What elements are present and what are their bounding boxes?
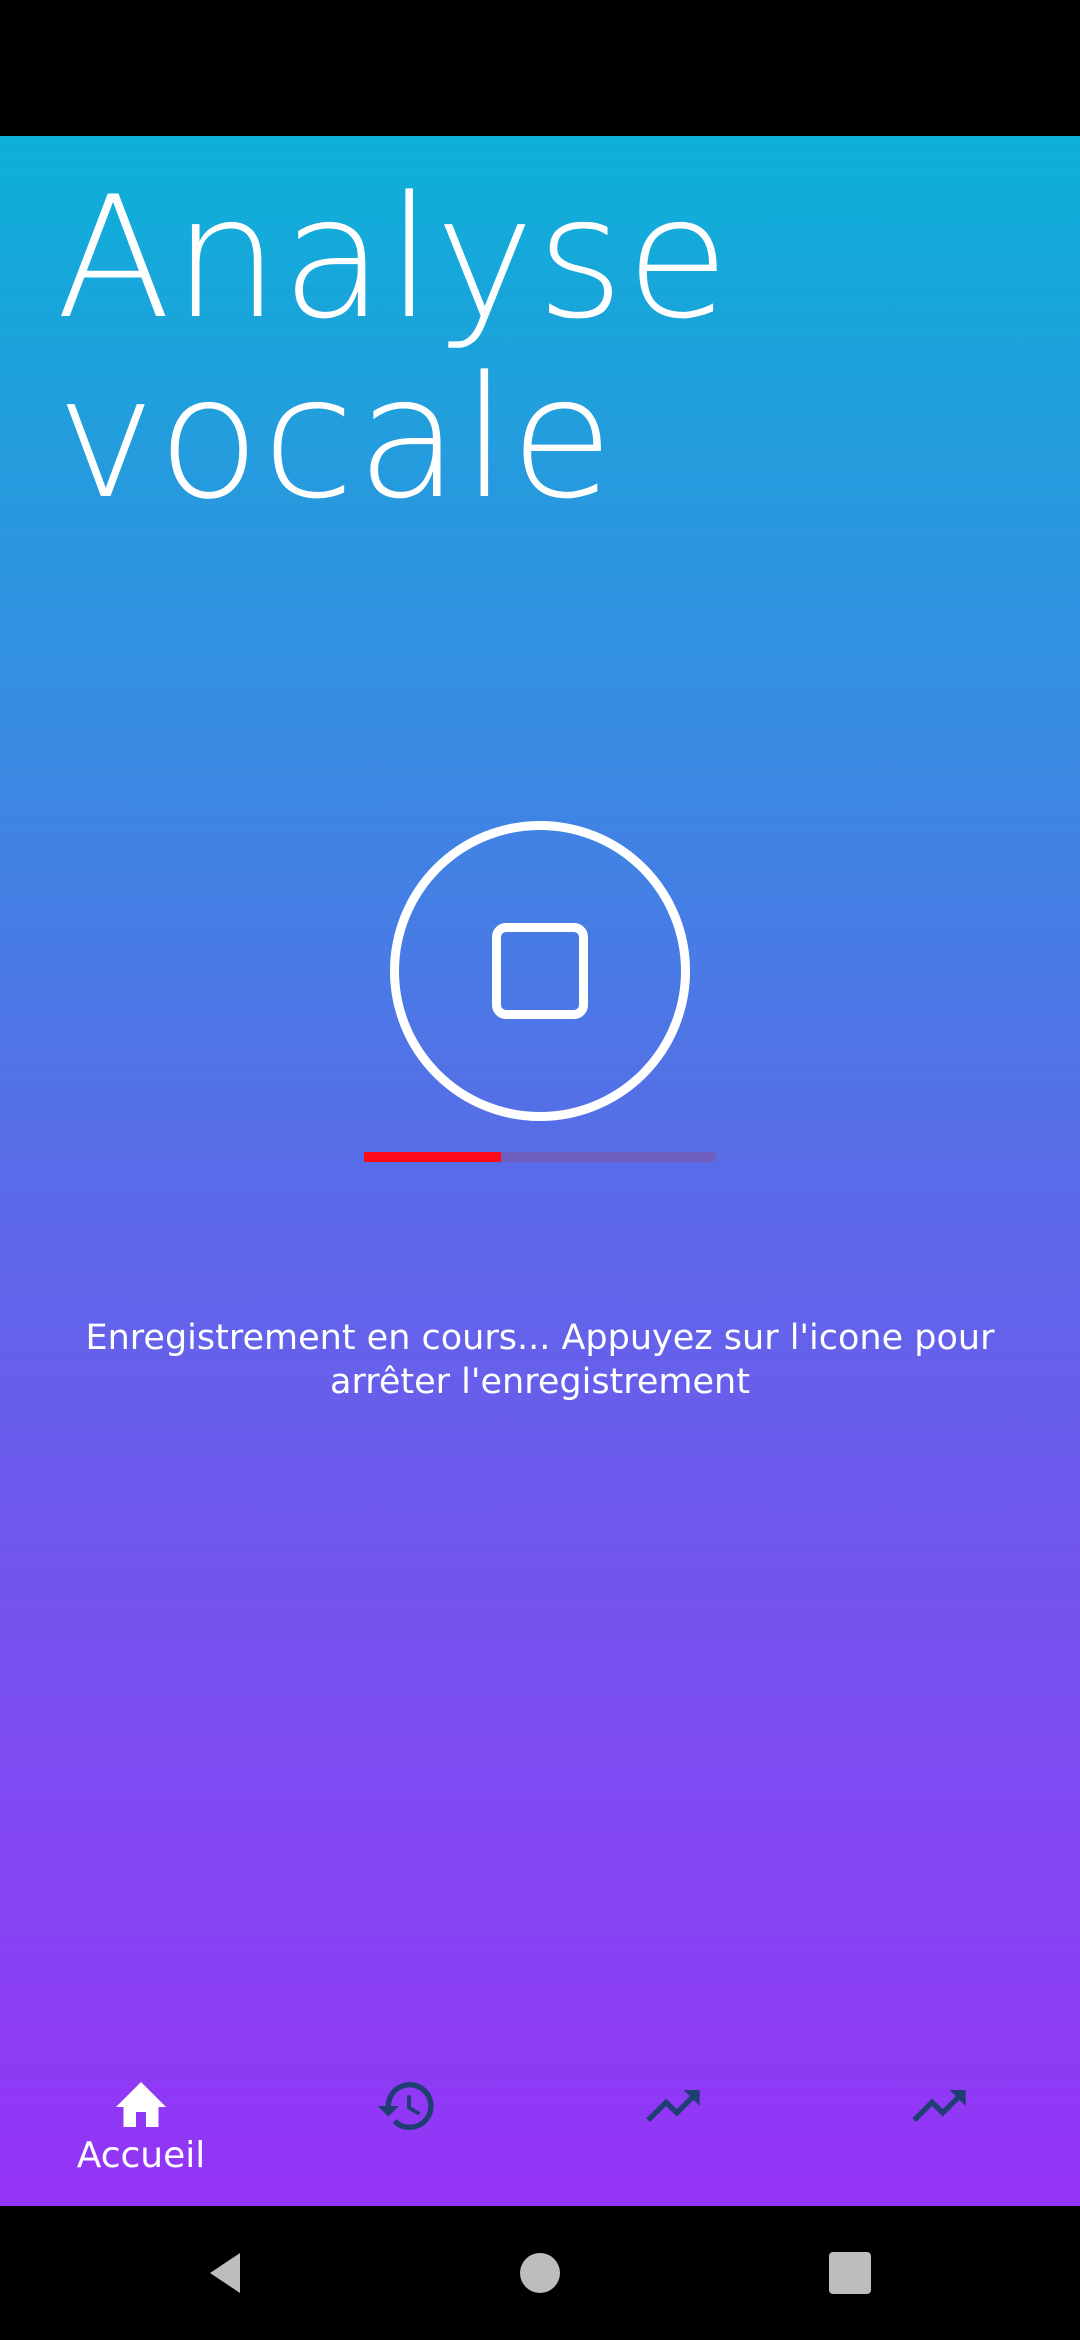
- nav-item-trends-2[interactable]: [804, 2056, 1074, 2206]
- history-icon: [375, 2074, 439, 2142]
- nav-item-history[interactable]: [272, 2056, 542, 2206]
- bottom-navigation: Accueil: [0, 2056, 1080, 2206]
- home-icon: [111, 2074, 171, 2134]
- home-system-button[interactable]: [510, 2243, 570, 2303]
- trending-up-icon: [641, 2074, 705, 2142]
- trending-up-icon: [907, 2074, 971, 2142]
- system-navigation-bar: [0, 2206, 1080, 2340]
- nav-item-home[interactable]: Accueil: [6, 2056, 276, 2206]
- page-title-line-1: Analyse: [56, 160, 732, 356]
- recording-progress-fill: [364, 1152, 502, 1162]
- nav-item-trends-1[interactable]: [538, 2056, 808, 2206]
- stop-icon: [492, 923, 588, 1019]
- recording-status-text: Enregistrement en cours... Appuyez sur l…: [85, 1318, 995, 1402]
- back-button[interactable]: [195, 2243, 255, 2303]
- back-icon: [210, 2253, 240, 2293]
- status-bar: [0, 0, 1080, 136]
- recents-button[interactable]: [820, 2243, 880, 2303]
- page-title-line-2: vocale: [56, 340, 616, 536]
- square-recents-icon: [829, 2252, 871, 2294]
- app-screen: Analyse vocale Enregistrement en cours..…: [0, 136, 1080, 2206]
- nav-item-home-label: Accueil: [76, 2135, 206, 2176]
- recording-progress-bar: [364, 1152, 716, 1162]
- page-title: Analyse vocale: [56, 168, 956, 528]
- circle-home-icon: [520, 2253, 560, 2293]
- stop-recording-button[interactable]: [390, 821, 690, 1121]
